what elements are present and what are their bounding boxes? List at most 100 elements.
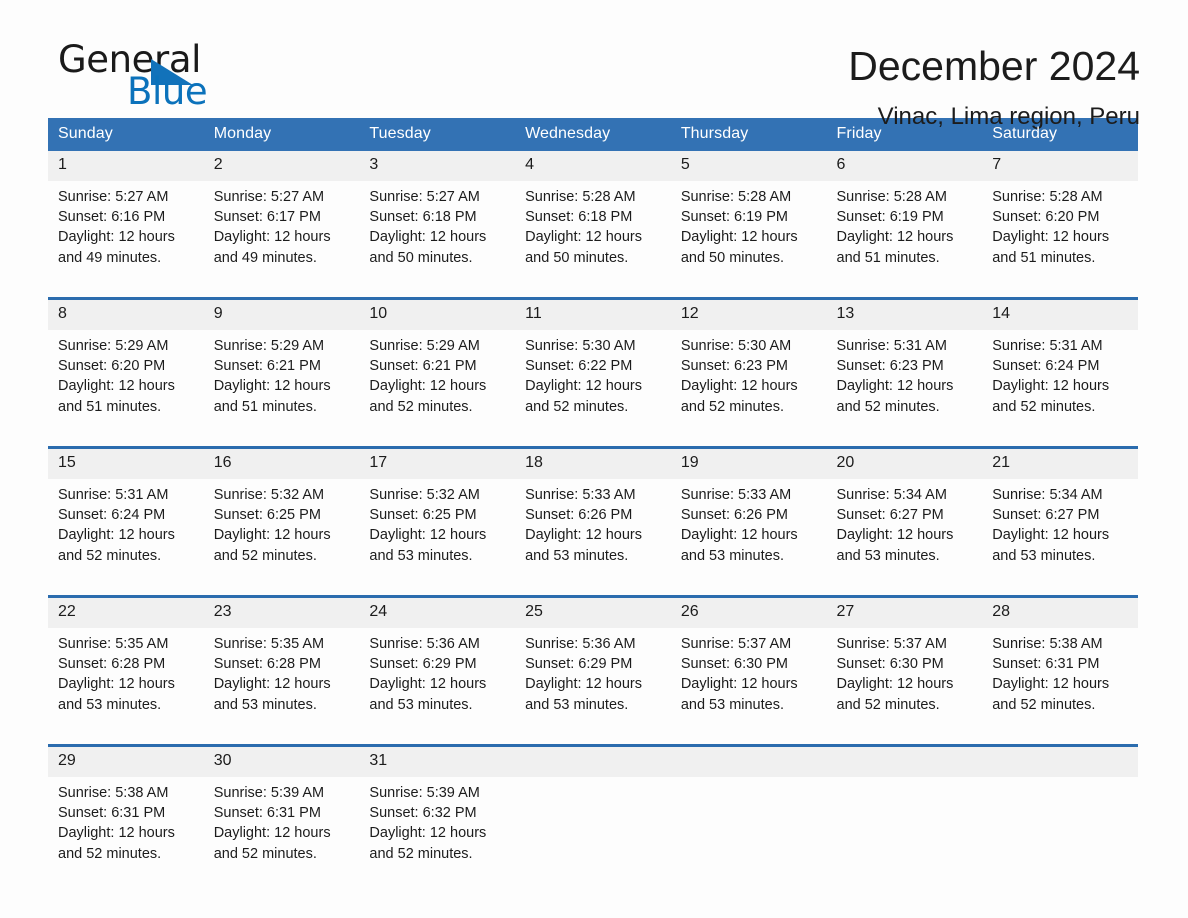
day-cell[interactable]: Sunrise: 5:27 AM Sunset: 6:18 PM Daylight:…	[359, 181, 516, 285]
daylight-text: Daylight: 12 hours and 51 minutes.	[58, 378, 175, 415]
day-cell[interactable]: Sunrise: 5:34 AM Sunset: 6:27 PM Daylight:…	[982, 479, 1138, 583]
day-cell[interactable]: Sunrise: 5:36 AM Sunset: 6:29 PM Daylight:…	[359, 628, 516, 732]
day-number[interactable]: 10	[359, 300, 516, 330]
day-cell[interactable]: Sunrise: 5:28 AM Sunset: 6:19 PM Daylight:…	[670, 181, 827, 285]
day-cell[interactable]: Sunrise: 5:29 AM Sunset: 6:21 PM Daylight:…	[359, 330, 516, 434]
day-number[interactable]: 11	[515, 300, 671, 330]
day-number[interactable]: 20	[826, 449, 983, 479]
day-number[interactable]: 27	[826, 598, 983, 628]
day-cell[interactable]: Sunrise: 5:38 AM Sunset: 6:31 PM Daylight:…	[48, 777, 204, 881]
day-cell[interactable]: Sunrise: 5:39 AM Sunset: 6:32 PM Daylight:…	[359, 777, 516, 881]
day-cell[interactable]: Sunrise: 5:31 AM Sunset: 6:24 PM Daylight:…	[982, 330, 1138, 434]
day-number[interactable]: 3	[359, 151, 516, 181]
day-cell[interactable]: Sunrise: 5:39 AM Sunset: 6:31 PM Daylight:…	[203, 777, 360, 881]
logo-text-blue: Blue	[127, 70, 208, 113]
daylight-text: Daylight: 12 hours and 53 minutes.	[525, 676, 642, 713]
week-detail-row: Sunrise: 5:29 AM Sunset: 6:20 PM Daylight:…	[48, 330, 1138, 434]
day-cell[interactable]: Sunrise: 5:35 AM Sunset: 6:28 PM Daylight:…	[48, 628, 204, 732]
day-cell[interactable]: Sunrise: 5:30 AM Sunset: 6:23 PM Daylight:…	[670, 330, 827, 434]
sunset-text: Sunset: 6:26 PM	[525, 507, 633, 524]
day-number[interactable]: 15	[48, 449, 204, 479]
day-number[interactable]: 7	[982, 151, 1138, 181]
day-cell[interactable]: Sunrise: 5:28 AM Sunset: 6:18 PM Daylight:…	[515, 181, 671, 285]
daylight-text: Daylight: 12 hours and 50 minutes.	[369, 229, 487, 266]
day-cell[interactable]: Sunrise: 5:29 AM Sunset: 6:21 PM Daylight:…	[203, 330, 360, 434]
daylight-text: Daylight: 12 hours and 53 minutes.	[680, 527, 798, 564]
sunrise-text: Sunrise: 5:28 AM	[992, 189, 1103, 205]
sunrise-text: Sunrise: 5:33 AM	[525, 487, 636, 503]
day-number[interactable]: 24	[359, 598, 516, 628]
page-title: December 2024	[848, 43, 1140, 89]
week-daynumber-row: 29 30 31	[48, 747, 1138, 777]
day-cell[interactable]: Sunrise: 5:38 AM Sunset: 6:31 PM Daylight:…	[982, 628, 1138, 732]
day-number[interactable]: 22	[48, 598, 204, 628]
day-cell[interactable]: Sunrise: 5:33 AM Sunset: 6:26 PM Daylight:…	[670, 479, 827, 583]
day-number[interactable]: 1	[48, 151, 204, 181]
title-block: December 2024 Vinac, Lima region, Peru	[848, 40, 1140, 134]
day-cell[interactable]: Sunrise: 5:28 AM Sunset: 6:19 PM Daylight:…	[826, 181, 983, 285]
day-cell[interactable]: Sunrise: 5:28 AM Sunset: 6:20 PM Daylight:…	[982, 181, 1138, 285]
day-cell[interactable]: Sunrise: 5:37 AM Sunset: 6:30 PM Daylight:…	[670, 628, 827, 732]
day-number[interactable]: 25	[515, 598, 671, 628]
day-number[interactable]: 5	[670, 151, 827, 181]
day-number[interactable]: 4	[515, 151, 671, 181]
sunset-text: Sunset: 6:28 PM	[58, 656, 166, 673]
day-cell[interactable]: Sunrise: 5:32 AM Sunset: 6:25 PM Daylight:…	[203, 479, 360, 583]
day-number[interactable]: 14	[982, 300, 1138, 330]
week-gap-cell	[48, 732, 1138, 744]
sunrise-text: Sunrise: 5:36 AM	[369, 636, 480, 652]
day-cell-empty	[670, 777, 827, 881]
generalblue-logo[interactable]: General Blue	[48, 40, 248, 112]
daylight-text: Daylight: 12 hours and 52 minutes.	[213, 825, 331, 862]
day-number[interactable]: 29	[48, 747, 204, 777]
sunset-text: Sunset: 6:31 PM	[992, 656, 1100, 673]
day-number[interactable]: 28	[982, 598, 1138, 628]
day-number-empty	[826, 747, 983, 777]
daylight-text: Daylight: 12 hours and 52 minutes.	[992, 676, 1110, 713]
week-daynumber-row: 15 16 17 18 19 20 21	[48, 449, 1138, 479]
sunset-text: Sunset: 6:20 PM	[58, 358, 166, 375]
day-number[interactable]: 12	[670, 300, 827, 330]
sunrise-text: Sunrise: 5:30 AM	[525, 338, 636, 354]
day-number[interactable]: 18	[515, 449, 671, 479]
day-cell[interactable]: Sunrise: 5:32 AM Sunset: 6:25 PM Daylight:…	[359, 479, 516, 583]
day-number[interactable]: 19	[670, 449, 827, 479]
day-number[interactable]: 30	[203, 747, 360, 777]
day-cell[interactable]: Sunrise: 5:31 AM Sunset: 6:23 PM Daylight:…	[826, 330, 983, 434]
sunrise-text: Sunrise: 5:28 AM	[836, 189, 947, 205]
sunset-text: Sunset: 6:24 PM	[58, 507, 166, 524]
day-number[interactable]: 17	[359, 449, 516, 479]
day-number[interactable]: 2	[203, 151, 360, 181]
day-number[interactable]: 26	[670, 598, 827, 628]
sunrise-text: Sunrise: 5:35 AM	[213, 636, 325, 652]
day-cell[interactable]: Sunrise: 5:27 AM Sunset: 6:17 PM Daylight:…	[203, 181, 360, 285]
daylight-text: Daylight: 12 hours and 52 minutes.	[213, 527, 331, 564]
day-cell[interactable]: Sunrise: 5:36 AM Sunset: 6:29 PM Daylight:…	[515, 628, 671, 732]
daylight-text: Daylight: 12 hours and 52 minutes.	[369, 378, 487, 415]
day-number[interactable]: 16	[203, 449, 360, 479]
day-number[interactable]: 8	[48, 300, 204, 330]
day-cell[interactable]: Sunrise: 5:30 AM Sunset: 6:22 PM Daylight:…	[515, 330, 671, 434]
daylight-text: Daylight: 12 hours and 52 minutes.	[992, 378, 1110, 415]
daylight-text: Daylight: 12 hours and 52 minutes.	[836, 378, 954, 415]
day-number[interactable]: 13	[826, 300, 983, 330]
day-number[interactable]: 23	[203, 598, 360, 628]
week-gap	[48, 732, 1138, 744]
day-cell[interactable]: Sunrise: 5:37 AM Sunset: 6:30 PM Daylight:…	[826, 628, 983, 732]
day-number[interactable]: 31	[359, 747, 516, 777]
day-cell[interactable]: Sunrise: 5:35 AM Sunset: 6:28 PM Daylight:…	[203, 628, 360, 732]
day-number[interactable]: 6	[826, 151, 983, 181]
day-cell[interactable]: Sunrise: 5:33 AM Sunset: 6:26 PM Daylight:…	[515, 479, 671, 583]
sunset-text: Sunset: 6:26 PM	[680, 507, 789, 524]
sunset-text: Sunset: 6:27 PM	[836, 507, 944, 524]
week-detail-row: Sunrise: 5:38 AM Sunset: 6:31 PM Daylight:…	[48, 777, 1138, 881]
day-cell[interactable]: Sunrise: 5:34 AM Sunset: 6:27 PM Daylight:…	[826, 479, 983, 583]
day-cell[interactable]: Sunrise: 5:29 AM Sunset: 6:20 PM Daylight:…	[48, 330, 204, 434]
day-cell[interactable]: Sunrise: 5:31 AM Sunset: 6:24 PM Daylight:…	[48, 479, 204, 583]
sunrise-text: Sunrise: 5:30 AM	[680, 338, 792, 354]
day-cell[interactable]: Sunrise: 5:27 AM Sunset: 6:16 PM Daylight:…	[48, 181, 204, 285]
day-number[interactable]: 21	[982, 449, 1138, 479]
sunset-text: Sunset: 6:20 PM	[992, 209, 1100, 226]
daylight-text: Daylight: 12 hours and 53 minutes.	[680, 676, 798, 713]
day-number[interactable]: 9	[203, 300, 360, 330]
